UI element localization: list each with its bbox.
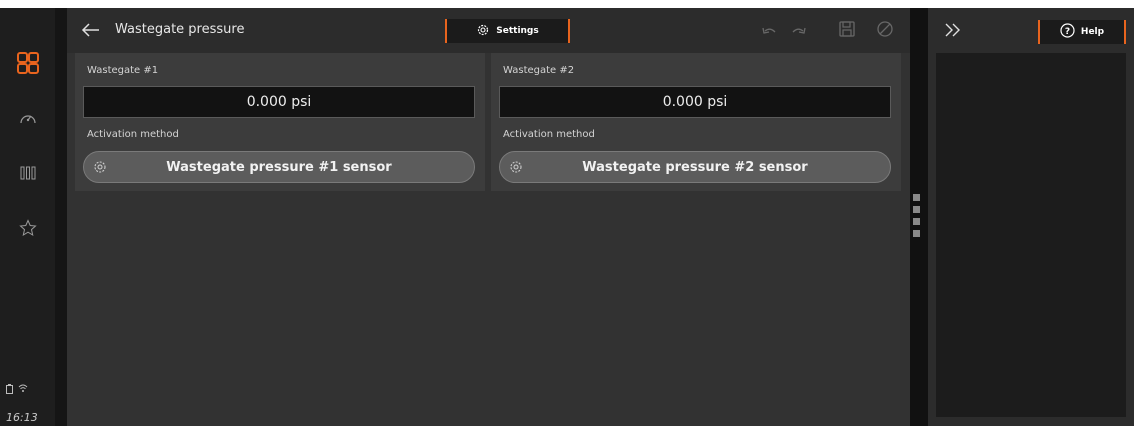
gear-icon bbox=[476, 22, 490, 41]
collapse-right-icon[interactable] bbox=[943, 22, 963, 40]
top-bar: Wastegate pressure Settings bbox=[67, 8, 910, 53]
cancel-icon[interactable] bbox=[876, 20, 894, 38]
tab-help[interactable]: ? Help bbox=[1038, 20, 1126, 44]
settings-tab-label: Settings bbox=[496, 26, 539, 36]
wifi-icon bbox=[18, 383, 28, 396]
pressure-value-field[interactable]: 0.000 psi bbox=[499, 86, 891, 118]
panel-splitter[interactable] bbox=[910, 8, 928, 426]
gear-icon bbox=[508, 159, 524, 175]
main-panel: Wastegate pressure Settings Wastegate #1… bbox=[67, 8, 910, 426]
star-icon[interactable] bbox=[0, 208, 55, 248]
activation-method-button[interactable]: Wastegate pressure #2 sensor bbox=[499, 151, 891, 183]
svg-text:?: ? bbox=[1065, 27, 1070, 37]
nav-rail: 16:13 bbox=[0, 8, 55, 426]
activation-method-value: Wastegate pressure #2 sensor bbox=[582, 159, 808, 175]
card-title: Wastegate #2 bbox=[503, 65, 575, 76]
splitter-grip bbox=[913, 206, 920, 213]
help-content bbox=[936, 53, 1126, 417]
activation-method-label: Activation method bbox=[503, 129, 595, 140]
activation-method-label: Activation method bbox=[87, 129, 179, 140]
gauge-icon[interactable] bbox=[0, 98, 55, 138]
columns-icon[interactable] bbox=[0, 153, 55, 193]
page-title: Wastegate pressure bbox=[115, 22, 245, 37]
redo-icon[interactable] bbox=[790, 23, 808, 41]
wastegate-card-1: Wastegate #1 0.000 psi Activation method… bbox=[75, 53, 485, 191]
apps-grid-icon[interactable] bbox=[0, 43, 55, 83]
save-icon[interactable] bbox=[838, 20, 856, 38]
help-icon: ? bbox=[1060, 22, 1075, 42]
activation-method-value: Wastegate pressure #1 sensor bbox=[166, 159, 392, 175]
help-panel: ? Help bbox=[928, 8, 1134, 426]
back-arrow-icon[interactable] bbox=[81, 21, 103, 41]
gear-icon bbox=[92, 159, 108, 175]
activation-method-button[interactable]: Wastegate pressure #1 sensor bbox=[83, 151, 475, 183]
splitter-grip bbox=[913, 194, 920, 201]
pressure-value-field[interactable]: 0.000 psi bbox=[83, 86, 475, 118]
wastegate-card-2: Wastegate #2 0.000 psi Activation method… bbox=[491, 53, 901, 191]
clock: 16:13 bbox=[6, 411, 38, 424]
tab-settings[interactable]: Settings bbox=[445, 19, 570, 43]
splitter-grip bbox=[913, 218, 920, 225]
splitter-grip bbox=[913, 230, 920, 237]
card-title: Wastegate #1 bbox=[87, 65, 159, 76]
battery-icon bbox=[6, 384, 13, 397]
help-tab-label: Help bbox=[1080, 27, 1105, 37]
undo-icon[interactable] bbox=[760, 23, 778, 41]
